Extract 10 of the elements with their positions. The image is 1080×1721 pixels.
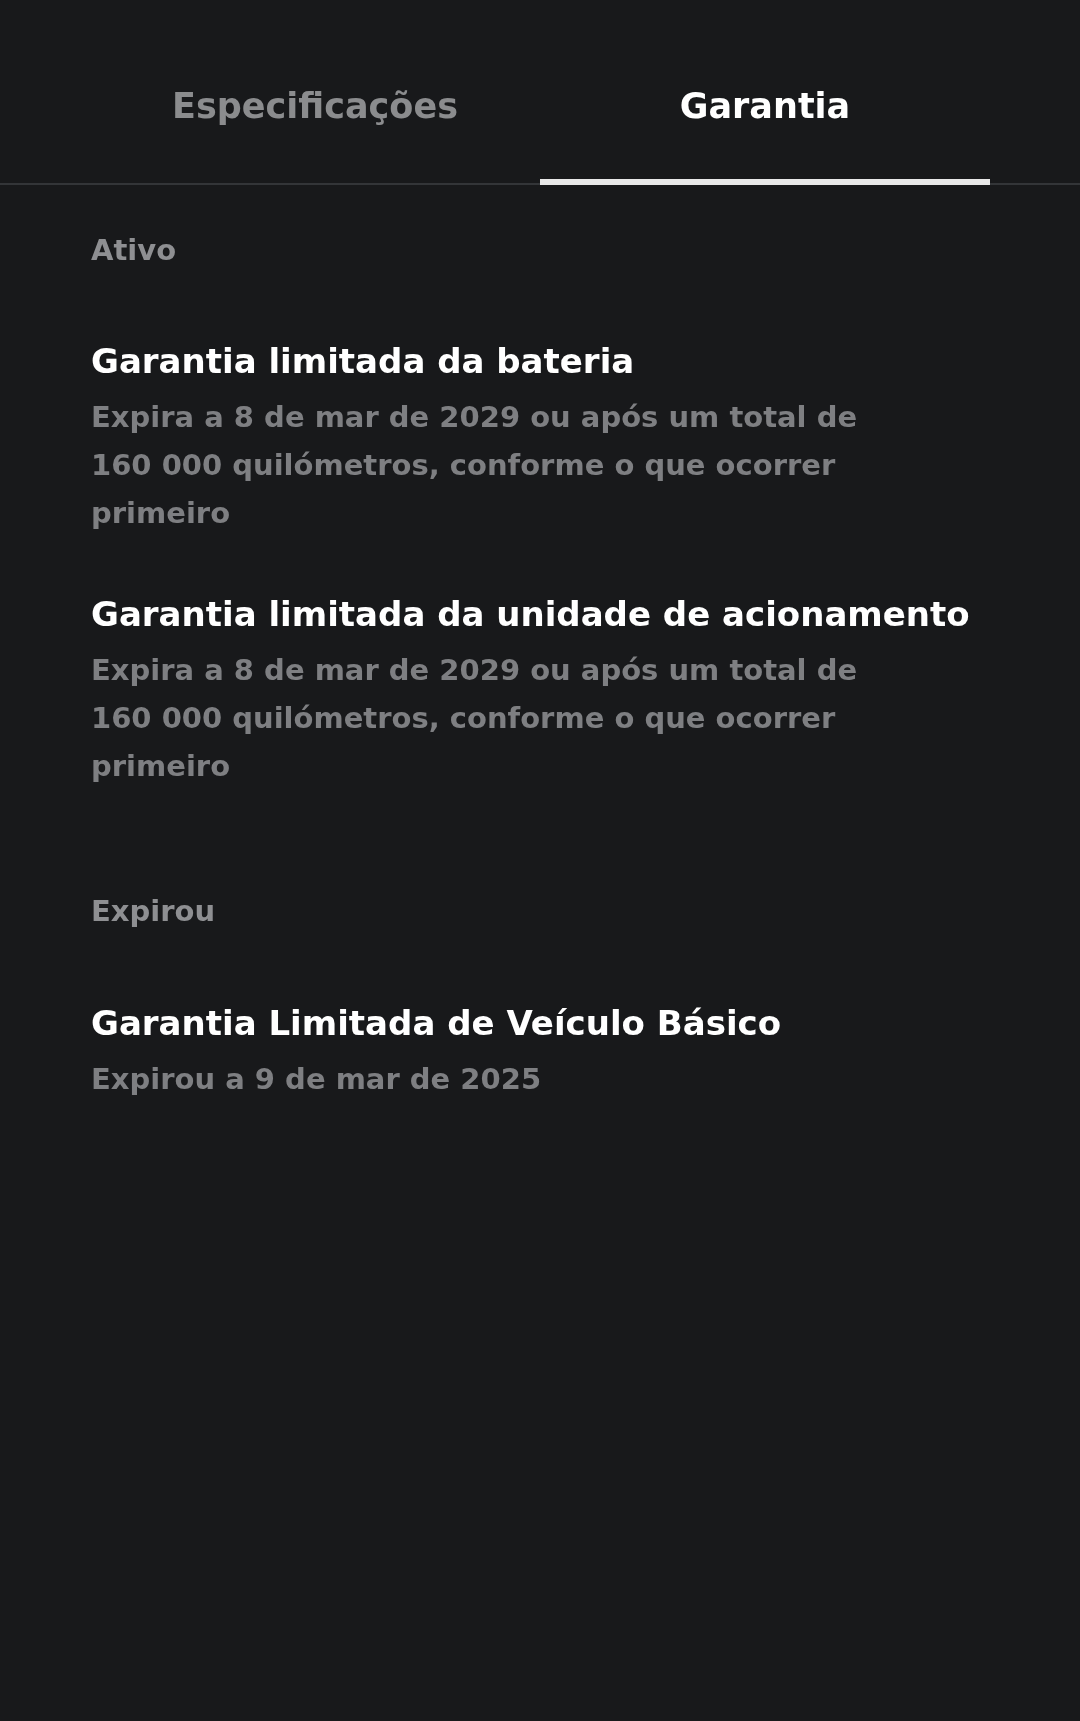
warranty-detail: Expirou a 9 de mar de 2025 — [91, 1060, 543, 1098]
warranty-title: Garantia limitada da bateria — [91, 340, 636, 383]
tab[interactable]: Especificações — [90, 0, 540, 185]
section-heading: Expirou — [91, 893, 217, 930]
warranty-detail: Expira a 8 de mar de 2029 ou após um total de 160 000 quilómetros, conforme o que ocorrer primeiro — [91, 652, 859, 785]
warranty-title: Garantia Limitada de Veículo Básico — [91, 1001, 783, 1045]
warranty-detail: Expira a 8 de mar de 2029 ou após um total de 160 000 quilómetros, conforme o que ocorrer primeiro — [91, 399, 859, 532]
tab[interactable]: Garantia — [540, 0, 990, 185]
warranty-title: Garantia limitada da unidade de acionamento — [91, 593, 971, 636]
section-heading: Ativo — [91, 231, 178, 269]
